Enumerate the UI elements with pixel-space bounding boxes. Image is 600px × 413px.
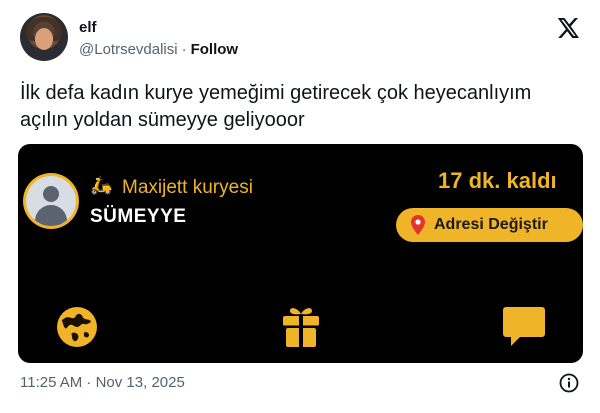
- follow-button[interactable]: Follow: [191, 41, 239, 58]
- author-handle[interactable]: @Lotrsevdalisi: [79, 41, 178, 58]
- location-pin-icon: [411, 215, 425, 235]
- eta-text: 17 dk. kaldı: [438, 168, 557, 193]
- author-handle-row: @Lotrsevdalisi · Follow: [79, 41, 238, 58]
- courier-name: SÜMEYYE: [90, 206, 187, 227]
- chat-icon[interactable]: [502, 306, 546, 348]
- avatar-face: [35, 28, 53, 50]
- info-icon[interactable]: [559, 373, 579, 393]
- change-address-button[interactable]: Adresi Değiştir: [396, 208, 583, 242]
- author-name[interactable]: elf: [79, 19, 97, 36]
- gift-icon[interactable]: [282, 304, 320, 348]
- change-address-label: Adresi Değiştir: [434, 216, 548, 233]
- x-logo-icon[interactable]: [556, 16, 580, 40]
- tweet-text: İlk defa kadın kurye yemeğimi getirecek …: [20, 80, 585, 134]
- default-avatar-icon: [26, 176, 76, 226]
- tweet-text-line1: İlk defa kadın kurye yemeğimi getirecek …: [20, 82, 532, 104]
- separator-dot: ·: [181, 41, 187, 58]
- courier-label: Maxijett kuryesi: [122, 177, 253, 198]
- media-card[interactable]: 🛵 Maxijett kuryesi SÜMEYYE 17 dk. kaldı …: [18, 144, 583, 363]
- scooter-icon: 🛵: [90, 175, 113, 195]
- courier-avatar: [23, 173, 79, 229]
- author-avatar[interactable]: [20, 13, 68, 61]
- tweet-timestamp[interactable]: 11:25 AM · Nov 13, 2025: [20, 374, 185, 391]
- tweet-text-line2: açılın yoldan sümeyye geliyooor: [20, 109, 305, 131]
- globe-icon[interactable]: [56, 306, 98, 348]
